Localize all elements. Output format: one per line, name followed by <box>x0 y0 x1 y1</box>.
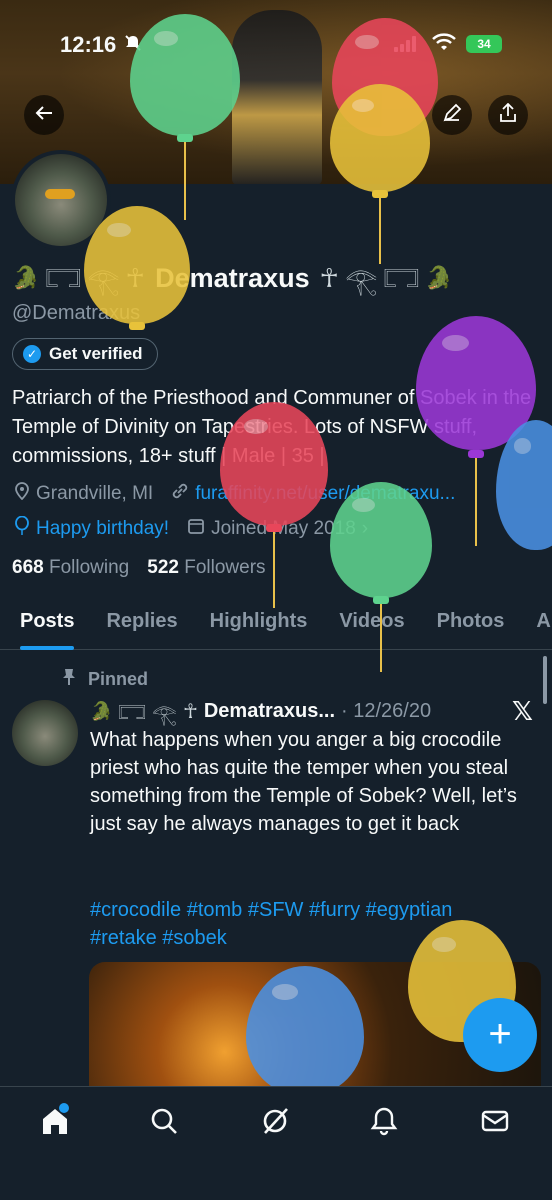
battery-indicator: 34 <box>466 35 502 53</box>
compose-button[interactable]: + <box>463 998 537 1072</box>
bottom-navigation <box>0 1086 552 1200</box>
pin-icon <box>62 668 76 691</box>
crocodile-emoji-icon: 🐊 <box>425 265 453 290</box>
eye-of-horus-icon: 𓂀 <box>151 703 177 726</box>
hieroglyph-icon: 𓉐 <box>118 703 146 726</box>
edit-icon <box>442 103 462 128</box>
pinned-indicator: Pinned <box>62 668 148 691</box>
mail-icon <box>480 1106 510 1141</box>
get-verified-button[interactable]: ✓ Get verified <box>12 338 158 370</box>
wifi-icon <box>432 32 456 52</box>
followers-count: 522 <box>147 557 179 578</box>
balloon-string <box>475 458 477 546</box>
calendar-icon <box>187 517 205 541</box>
following-link[interactable]: 668 Following <box>12 557 129 579</box>
back-arrow-icon <box>34 103 54 128</box>
balloon-knot <box>372 190 388 198</box>
share-button[interactable] <box>488 95 528 135</box>
grok-icon <box>260 1106 290 1141</box>
nav-messages[interactable] <box>477 1105 513 1141</box>
birthday-item: Happy birthday! <box>14 515 170 542</box>
balloon-knot <box>177 134 193 142</box>
hashtags-line-1[interactable]: #crocodile #tomb #SFW #furry #egyptian <box>90 896 540 924</box>
ankh-icon: ☥ <box>182 700 198 723</box>
balloon-green <box>130 14 240 136</box>
nav-notifications[interactable] <box>366 1105 402 1141</box>
followers-link[interactable]: 522 Followers <box>147 557 265 579</box>
post-author-name[interactable]: Dematraxus... <box>204 700 335 723</box>
crocodile-emoji-icon: 🐊 <box>90 700 113 721</box>
followers-label: Followers <box>184 557 266 578</box>
location-pin-icon <box>14 482 30 506</box>
back-button[interactable] <box>24 95 64 135</box>
hieroglyph-icon: 𓉐 <box>45 266 82 296</box>
profile-tabs: Posts Replies Highlights Videos Photos A <box>0 598 552 650</box>
balloon-red <box>220 402 328 526</box>
balloon-knot <box>373 596 389 604</box>
following-count: 668 <box>12 557 44 578</box>
balloon-string <box>379 198 381 264</box>
profile-name-row: 🐊 𓉐 𓂀 ☥ Dematraxus ☥ 𓂀 𓉐 🐊 <box>12 258 453 298</box>
status-time: 12:16 <box>60 32 117 57</box>
birthday-text: Happy birthday! <box>36 518 170 539</box>
balloon-knot <box>468 450 484 458</box>
eye-of-horus-icon: 𓂀 <box>345 266 378 296</box>
location-item: Grandville, MI <box>14 482 153 506</box>
balloon-green <box>330 482 432 598</box>
balloon-icon <box>14 515 30 542</box>
post-date: · 12/26/20 <box>341 699 432 722</box>
crocodile-emoji-icon: 🐊 <box>12 265 40 290</box>
tab-photos[interactable]: Photos <box>437 598 505 650</box>
tab-posts[interactable]: Posts <box>20 598 75 650</box>
balloon-yellow <box>330 84 430 192</box>
post-header: 🐊 𓉐 𓂀 ☥ Dematraxus... · 12/26/20 <box>90 696 431 726</box>
profile-meta-row-2: Happy birthday! Joined May 2018 › <box>14 515 368 542</box>
pinned-label: Pinned <box>88 669 149 689</box>
bell-icon <box>369 1106 399 1141</box>
balloon-blue <box>246 966 364 1096</box>
post-author-avatar[interactable] <box>12 700 78 766</box>
x-logo-icon: 𝕏 <box>512 696 533 726</box>
hieroglyph-icon: 𓉐 <box>383 266 420 296</box>
home-notification-dot <box>59 1103 69 1113</box>
balloon-yellow <box>84 206 190 324</box>
tab-videos[interactable]: Videos <box>339 598 404 650</box>
nav-grok[interactable] <box>257 1105 293 1141</box>
tab-highlights[interactable]: Highlights <box>210 598 308 650</box>
post-body: What happens when you anger a big crocod… <box>90 729 517 835</box>
balloon-string <box>380 604 382 672</box>
balloon-string <box>184 142 186 220</box>
nav-home[interactable] <box>37 1103 73 1141</box>
location-text: Grandville, MI <box>36 483 154 504</box>
tab-replies[interactable]: Replies <box>106 598 177 650</box>
balloon-knot <box>129 322 145 330</box>
balloon-knot <box>266 524 282 532</box>
verified-badge-icon: ✓ <box>23 345 41 363</box>
search-icon <box>149 1106 179 1141</box>
edit-profile-button[interactable] <box>432 95 472 135</box>
get-verified-label: Get verified <box>49 344 143 363</box>
tab-articles[interactable]: A <box>536 598 550 650</box>
scrollbar[interactable] <box>543 656 547 704</box>
following-label: Following <box>48 557 130 578</box>
nav-search[interactable] <box>146 1105 182 1141</box>
balloon-string <box>273 532 275 608</box>
ankh-icon: ☥ <box>319 262 340 293</box>
link-icon <box>171 482 189 506</box>
share-icon <box>498 102 518 128</box>
plus-icon: + <box>488 1012 512 1056</box>
follow-stats: 668 Following 522 Followers <box>12 557 266 579</box>
status-bar: 12:16 34 <box>0 28 552 64</box>
